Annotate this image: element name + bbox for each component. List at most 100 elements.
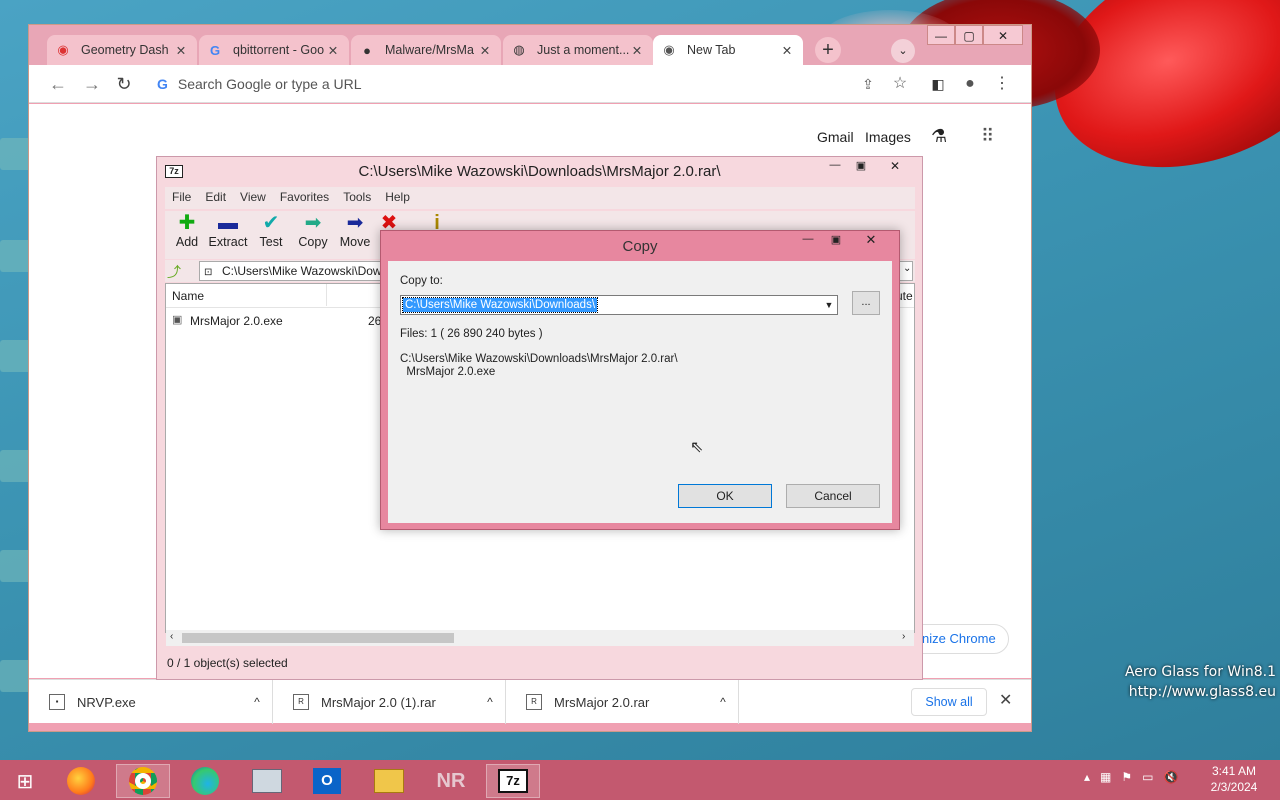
scroll-right-icon[interactable]: ›	[902, 631, 905, 642]
chevron-up-icon[interactable]: ^	[242, 695, 272, 709]
ok-button[interactable]: OK	[678, 484, 772, 508]
close-tab-icon[interactable]: ✕	[779, 43, 795, 58]
download-name: MrsMajor 2.0 (1).rar	[321, 694, 436, 710]
close-tab-icon[interactable]: ✕	[325, 43, 341, 58]
taskbar-file-explorer[interactable]	[362, 764, 416, 798]
maximize-button[interactable]: ▣	[823, 233, 849, 251]
menu-icon[interactable]: ⋮	[991, 73, 1013, 95]
menu-tools[interactable]: Tools	[336, 187, 378, 209]
gmail-link[interactable]: Gmail	[817, 129, 854, 145]
browse-button[interactable]: ...	[852, 291, 880, 315]
windows-logo-icon: ⊞	[16, 770, 34, 793]
apps-grid-icon[interactable]: ⠿	[981, 126, 994, 147]
clock[interactable]: 3:41 AM 2/3/2024	[1204, 763, 1264, 795]
minimize-button[interactable]: —	[821, 159, 849, 177]
chevron-down-icon[interactable]: ⌄	[903, 263, 911, 274]
scrollbar-thumb[interactable]	[182, 633, 454, 643]
copy-label: Copy	[298, 235, 328, 249]
plus-icon: ✚	[178, 212, 196, 234]
test-label: Test	[259, 235, 283, 249]
column-name[interactable]: Name	[172, 289, 204, 303]
dialog-body: Copy to: C:\Users\Mike Wazowski\Download…	[388, 261, 892, 523]
window-title: C:\Users\Mike Wazowski\Downloads\MrsMajo…	[358, 163, 721, 180]
menu-favorites[interactable]: Favorites	[273, 187, 336, 209]
close-tab-icon[interactable]: ✕	[477, 43, 493, 58]
folder-up-icon[interactable]: ⤴	[167, 262, 181, 282]
google-icon: G	[157, 76, 168, 92]
download-item[interactable]: R MrsMajor 2.0.rar ^	[506, 680, 739, 724]
close-window-button[interactable]: ✕	[983, 25, 1023, 45]
tab-new-tab[interactable]: ◉ New Tab ✕	[653, 35, 803, 65]
forward-icon[interactable]: →	[81, 73, 103, 95]
reload-icon[interactable]: ↻	[113, 73, 135, 95]
tab-just-a-moment[interactable]: ◍ Just a moment... ✕	[503, 35, 653, 65]
show-hidden-icons-icon[interactable]: ▴	[1084, 770, 1100, 784]
tab-qbittorrent[interactable]: G qbittorrent - Goo ✕	[199, 35, 349, 65]
omnibox[interactable]: G Search Google or type a URL	[147, 69, 887, 99]
taskbar-firefox[interactable]	[54, 764, 108, 798]
taskbar-outlook[interactable]: O	[300, 764, 354, 798]
horizontal-scrollbar[interactable]: ‹ ›	[166, 630, 914, 646]
maximize-button[interactable]: ▢	[955, 25, 983, 45]
taskbar-edge[interactable]	[178, 764, 232, 798]
tab-malware-github[interactable]: ● Malware/MrsMa ✕	[351, 35, 501, 65]
test-button[interactable]: ✔ Test	[249, 211, 293, 249]
rar-file-icon: R	[526, 694, 542, 710]
close-tab-icon[interactable]: ✕	[629, 43, 645, 58]
menu-edit[interactable]: Edit	[198, 187, 233, 209]
volume-muted-icon[interactable]: 🔇	[1163, 770, 1188, 784]
omnibox-placeholder: Search Google or type a URL	[177, 76, 362, 92]
source-path-info: C:\Users\Mike Wazowski\Downloads\MrsMajo…	[400, 353, 678, 379]
chevron-up-icon[interactable]: ^	[475, 695, 505, 709]
bookmark-star-icon[interactable]: ☆	[889, 73, 911, 95]
labs-icon[interactable]: ⚗	[931, 126, 947, 147]
download-name: NRVP.exe	[77, 694, 136, 710]
taskbar-nr[interactable]: NR	[424, 764, 478, 798]
menu-view[interactable]: View	[233, 187, 273, 209]
back-icon[interactable]: ←	[47, 73, 69, 95]
images-link[interactable]: Images	[865, 129, 911, 145]
add-label: Add	[175, 235, 199, 249]
taskbar-7zip[interactable]: 7z	[486, 764, 540, 798]
move-button[interactable]: ➡ Move	[333, 211, 377, 249]
menu-file[interactable]: File	[165, 187, 198, 209]
menu-help[interactable]: Help	[378, 187, 417, 209]
rar-file-icon: R	[293, 694, 309, 710]
exe-file-icon: ▣	[172, 314, 183, 326]
column-divider[interactable]	[326, 284, 327, 306]
close-download-bar-icon[interactable]: ✕	[999, 690, 1012, 710]
show-all-button[interactable]: Show all	[911, 688, 987, 716]
scroll-left-icon[interactable]: ‹	[170, 631, 173, 642]
copy-to-label: Copy to:	[400, 275, 443, 287]
tab-geometry-dash[interactable]: ◉ Geometry Dash ✕	[47, 35, 197, 65]
action-center-flag-icon[interactable]: ⚑	[1121, 770, 1142, 784]
taskbar-task-manager[interactable]	[240, 764, 294, 798]
download-item[interactable]: ▪ NRVP.exe ^	[29, 680, 273, 724]
taskbar-chrome[interactable]	[116, 764, 170, 798]
copy-to-combobox[interactable]: C:\Users\Mike Wazowski\Downloads\ ▼	[400, 295, 838, 315]
close-window-button[interactable]: ✕	[881, 159, 909, 177]
close-dialog-button[interactable]: ✕	[851, 232, 891, 252]
tab-search-button[interactable]: ⌄	[891, 39, 915, 63]
new-tab-button[interactable]: +	[815, 37, 841, 63]
cancel-button[interactable]: Cancel	[786, 484, 880, 508]
share-icon[interactable]: ⇪	[857, 73, 879, 95]
extract-button[interactable]: ▬ Extract	[205, 211, 251, 249]
side-panel-icon[interactable]: ◧	[927, 73, 949, 95]
copy-button[interactable]: ➡ Copy	[291, 211, 335, 249]
chevron-down-icon[interactable]: ▼	[821, 296, 837, 314]
profile-icon[interactable]: ●	[959, 73, 981, 95]
maximize-button[interactable]: ▣	[847, 159, 875, 177]
task-manager-icon	[252, 769, 282, 793]
start-button[interactable]: ⊞	[0, 764, 50, 798]
display-icon[interactable]: ▭	[1142, 770, 1163, 784]
add-button[interactable]: ✚ Add	[165, 211, 209, 249]
minimize-button[interactable]: —	[927, 25, 955, 45]
network-icon[interactable]: ▦	[1100, 770, 1121, 784]
download-item[interactable]: R MrsMajor 2.0 (1).rar ^	[273, 680, 506, 724]
edge-icon	[191, 767, 219, 795]
minimize-button[interactable]: —	[795, 233, 821, 251]
copy-to-value[interactable]: C:\Users\Mike Wazowski\Downloads\	[401, 297, 599, 313]
close-tab-icon[interactable]: ✕	[173, 43, 189, 58]
chevron-up-icon[interactable]: ^	[708, 695, 738, 709]
